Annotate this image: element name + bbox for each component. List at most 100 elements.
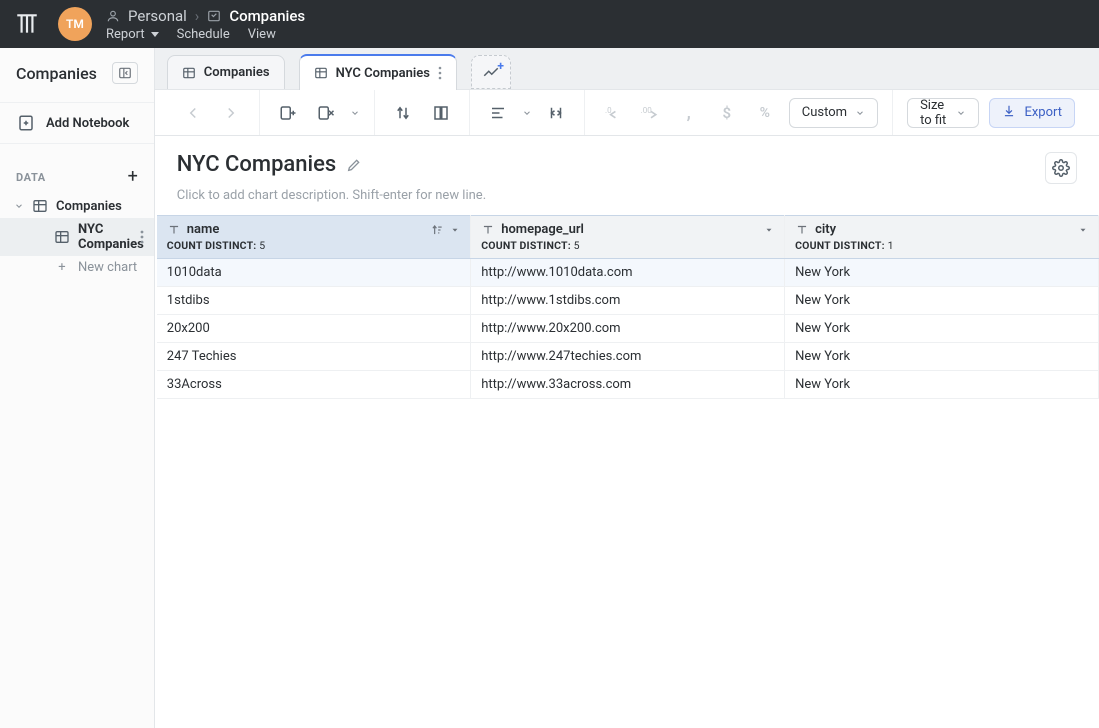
tabstrip: Companies NYC Companies — [155, 48, 1099, 90]
svg-text:.00: .00 — [640, 106, 652, 115]
menu-schedule[interactable]: Schedule — [177, 27, 230, 42]
tree-label-nyc: NYC Companies — [78, 222, 144, 252]
table-row[interactable]: 33Across http://www.33across.com New Yor… — [157, 371, 1099, 399]
column-header-homepage[interactable]: homepage_url COUNT DISTINCT: 5 — [471, 216, 785, 259]
menu-report[interactable]: Report — [106, 27, 159, 42]
kebab-icon[interactable] — [140, 230, 144, 244]
tree-item-companies[interactable]: Companies — [0, 194, 154, 218]
caret-down-icon — [855, 108, 865, 118]
table-icon — [314, 66, 328, 80]
tree-item-nyc-companies[interactable]: NYC Companies — [0, 218, 154, 256]
breadcrumb-current[interactable]: Companies — [229, 7, 305, 25]
page-title[interactable]: NYC Companies — [177, 152, 336, 177]
table-icon — [54, 229, 70, 245]
collapse-sidebar-button[interactable] — [112, 62, 138, 84]
data-table: name — [157, 215, 1099, 399]
tab-nyc-companies[interactable]: NYC Companies — [299, 54, 457, 90]
number-format-dropdown[interactable]: Custom — [789, 98, 878, 128]
caret-down-icon[interactable] — [450, 225, 460, 235]
caret-down-icon — [956, 108, 966, 118]
avatar[interactable]: TM — [58, 7, 92, 41]
table-row[interactable]: 247 Techies http://www.247techies.com Ne… — [157, 343, 1099, 371]
topbar: TM Personal › Companies Report Schedul — [0, 0, 1099, 48]
chart-plus-icon: + — [482, 63, 500, 81]
currency-format-button[interactable]: $ — [713, 99, 741, 127]
cell-city[interactable]: New York — [785, 287, 1099, 315]
undo-button[interactable] — [179, 99, 207, 127]
decrease-decimal-button[interactable]: .0 — [599, 99, 627, 127]
cell-name[interactable]: 247 Techies — [157, 343, 471, 371]
content: Companies NYC Companies — [155, 48, 1099, 728]
column-header-city[interactable]: city COUNT DISTINCT: 1 — [785, 216, 1099, 259]
cell-homepage[interactable]: http://www.33across.com — [471, 371, 785, 399]
page-description[interactable]: Click to add chart description. Shift-en… — [155, 188, 1099, 215]
cell-homepage[interactable]: http://www.1stdibs.com — [471, 287, 785, 315]
download-icon — [1002, 104, 1016, 122]
size-dropdown[interactable]: Size to fit — [907, 98, 979, 128]
redo-button[interactable] — [217, 99, 245, 127]
cell-name[interactable]: 33Across — [157, 371, 471, 399]
tree-item-new-chart[interactable]: + New chart — [0, 256, 154, 279]
caret-down-icon[interactable] — [350, 108, 360, 118]
caret-down-icon[interactable] — [522, 108, 532, 118]
menu-report-label: Report — [106, 27, 145, 42]
export-button[interactable]: Export — [989, 98, 1075, 128]
group-button[interactable] — [427, 99, 455, 127]
wrap-button[interactable] — [542, 99, 570, 127]
number-format-label: Custom — [802, 105, 847, 120]
toolbar: .0 .00 , $ % Custom — [155, 90, 1099, 136]
cell-name[interactable]: 1stdibs — [157, 287, 471, 315]
tab-companies[interactable]: Companies — [167, 55, 285, 89]
caret-down-icon — [151, 32, 159, 37]
tab-companies-label: Companies — [204, 65, 270, 80]
column-stat-value: 5 — [574, 239, 580, 252]
table-row[interactable]: 1stdibs http://www.1stdibs.com New York — [157, 287, 1099, 315]
person-icon — [106, 9, 120, 23]
edit-icon[interactable] — [346, 157, 362, 173]
insert-column-button[interactable] — [274, 99, 302, 127]
increase-decimal-button[interactable]: .00 — [637, 99, 665, 127]
caret-down-icon[interactable] — [764, 225, 774, 235]
settings-button[interactable] — [1045, 152, 1077, 184]
column-stat-label: COUNT DISTINCT: — [167, 239, 257, 252]
column-homepage-label: homepage_url — [501, 222, 584, 237]
notebook-plus-icon — [16, 113, 36, 133]
align-button[interactable] — [484, 99, 512, 127]
add-data-button[interactable]: + — [128, 168, 138, 186]
plus-icon: + — [54, 260, 70, 275]
table-row[interactable]: 20x200 http://www.20x200.com New York — [157, 315, 1099, 343]
remove-column-button[interactable] — [312, 99, 340, 127]
cell-homepage[interactable]: http://www.20x200.com — [471, 315, 785, 343]
column-name-label: name — [187, 222, 220, 237]
comma-format-button[interactable]: , — [675, 99, 703, 127]
avatar-initials: TM — [66, 17, 84, 31]
caret-down-icon[interactable] — [1078, 225, 1088, 235]
kebab-icon[interactable] — [438, 66, 442, 80]
cell-city[interactable]: New York — [785, 315, 1099, 343]
sort-asc-icon[interactable] — [430, 223, 444, 237]
cell-name[interactable]: 20x200 — [157, 315, 471, 343]
cell-homepage[interactable]: http://www.1010data.com — [471, 259, 785, 287]
add-notebook-button[interactable]: Add Notebook — [0, 102, 154, 144]
cell-city[interactable]: New York — [785, 343, 1099, 371]
sort-button[interactable] — [389, 99, 417, 127]
column-stat-label: COUNT DISTINCT: — [481, 239, 571, 252]
menu-view[interactable]: View — [248, 27, 276, 42]
tab-add[interactable]: + — [471, 55, 511, 89]
data-tree: Companies NYC Companies + New chart — [0, 190, 154, 279]
cell-homepage[interactable]: http://www.247techies.com — [471, 343, 785, 371]
table-icon — [32, 198, 48, 214]
column-stat-label: COUNT DISTINCT: — [795, 239, 885, 252]
sidebar-title: Companies — [16, 64, 97, 83]
cell-city[interactable]: New York — [785, 259, 1099, 287]
dashboard-icon — [207, 9, 221, 23]
tab-nyc-label: NYC Companies — [336, 66, 430, 81]
breadcrumb-personal[interactable]: Personal — [128, 7, 187, 25]
percent-format-button[interactable]: % — [751, 99, 779, 127]
logo-icon[interactable] — [10, 7, 44, 41]
column-stat-value: 5 — [259, 239, 265, 252]
cell-city[interactable]: New York — [785, 371, 1099, 399]
table-row[interactable]: 1010data http://www.1010data.com New Yor… — [157, 259, 1099, 287]
column-header-name[interactable]: name — [157, 216, 471, 259]
cell-name[interactable]: 1010data — [157, 259, 471, 287]
